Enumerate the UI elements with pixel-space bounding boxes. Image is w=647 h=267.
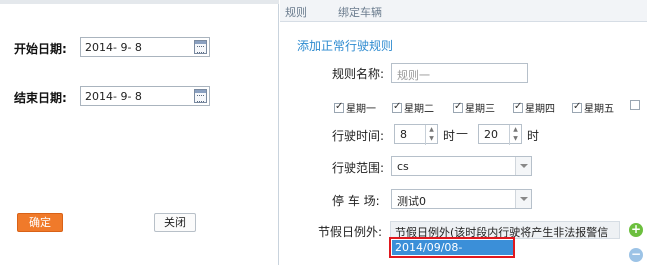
calendar-icon[interactable] <box>194 40 207 54</box>
parking-lot-select[interactable]: 测试0 <box>391 189 532 209</box>
drive-range-value: cs <box>397 160 409 173</box>
checkbox-icon[interactable] <box>572 101 582 113</box>
start-hour-value: 8 <box>400 128 407 141</box>
chevron-down-icon[interactable] <box>515 157 531 175</box>
form-title: 添加正常行驶规则 <box>297 39 394 53</box>
weekday-label: 星期二 <box>404 104 434 115</box>
weekday-label: 星期一 <box>346 104 376 115</box>
checkbox-icon[interactable] <box>513 101 523 113</box>
start-date-field[interactable]: 2014- 9- 8 <box>80 37 210 57</box>
holiday-exception-label: 节假日例外: <box>318 225 383 239</box>
weekday-checkbox-mon[interactable]: 星期一 <box>334 100 376 115</box>
tab-bar: 规则 绑定车辆 <box>280 0 647 22</box>
end-hour-spinner[interactable]: 20 ▲ ▼ <box>478 124 522 145</box>
time-separator: — <box>456 126 468 140</box>
add-icon[interactable]: + <box>629 223 643 237</box>
checkbox-icon[interactable] <box>453 101 463 113</box>
start-date-label: 开始日期: <box>14 42 67 56</box>
start-hour-spinner[interactable]: 8 ▲ ▼ <box>394 124 438 145</box>
checkbox-icon[interactable] <box>334 101 344 113</box>
weekday-checkbox-tue[interactable]: 星期二 <box>392 100 434 115</box>
hour-unit-end: 时 <box>527 129 540 143</box>
drive-range-label: 行驶范围: <box>332 161 385 175</box>
weekday-label: 星期四 <box>525 104 555 115</box>
start-date-value: 2014- 9- 8 <box>85 41 142 54</box>
hour-unit-start: 时 <box>443 129 456 143</box>
weekday-label: 星期三 <box>465 104 495 115</box>
chevron-down-icon[interactable] <box>515 190 531 208</box>
tab-bind-vehicles[interactable]: 绑定车辆 <box>338 4 382 20</box>
parking-lot-label: 停 车 场: <box>332 194 380 208</box>
close-button[interactable]: 关闭 <box>154 213 196 232</box>
rule-name-label: 规则名称: <box>332 67 385 81</box>
end-date-field[interactable]: 2014- 9- 8 <box>80 86 210 106</box>
end-date-label: 结束日期: <box>14 91 67 105</box>
calendar-icon[interactable] <box>194 89 207 103</box>
weekday-checkbox-fri[interactable]: 星期五 <box>572 100 614 115</box>
checkbox-icon[interactable] <box>630 100 640 110</box>
highlight-box <box>389 237 515 258</box>
end-hour-value: 20 <box>484 128 498 141</box>
rule-form: 添加正常行驶规则 规则名称: 规则一 星期一 星期二 星期三 星期四 星期五 行… <box>280 22 647 267</box>
parking-lot-value: 测试0 <box>397 195 426 208</box>
weekday-checkbox-thu[interactable]: 星期四 <box>513 100 555 115</box>
weekday-checkbox-sat[interactable] <box>630 100 642 112</box>
drive-time-label: 行驶时间: <box>332 129 385 143</box>
weekday-label: 星期五 <box>584 104 614 115</box>
weekday-checkbox-wed[interactable]: 星期三 <box>453 100 495 115</box>
spinner-arrows-icon[interactable]: ▲ ▼ <box>425 125 437 145</box>
checkbox-icon[interactable] <box>392 101 402 113</box>
ok-button[interactable]: 确定 <box>17 213 63 232</box>
rule-name-input[interactable]: 规则一 <box>391 63 528 83</box>
drive-range-select[interactable]: cs <box>391 156 532 176</box>
remove-icon[interactable]: − <box>629 248 643 262</box>
date-range-dialog: 开始日期: 2014- 9- 8 结束日期: 2014- 9- 8 确定 关闭 <box>0 0 279 265</box>
dialog-top-border <box>0 0 279 4</box>
spinner-arrows-icon[interactable]: ▲ ▼ <box>509 125 521 145</box>
end-date-value: 2014- 9- 8 <box>85 90 142 103</box>
tab-rules[interactable]: 规则 <box>285 4 307 20</box>
